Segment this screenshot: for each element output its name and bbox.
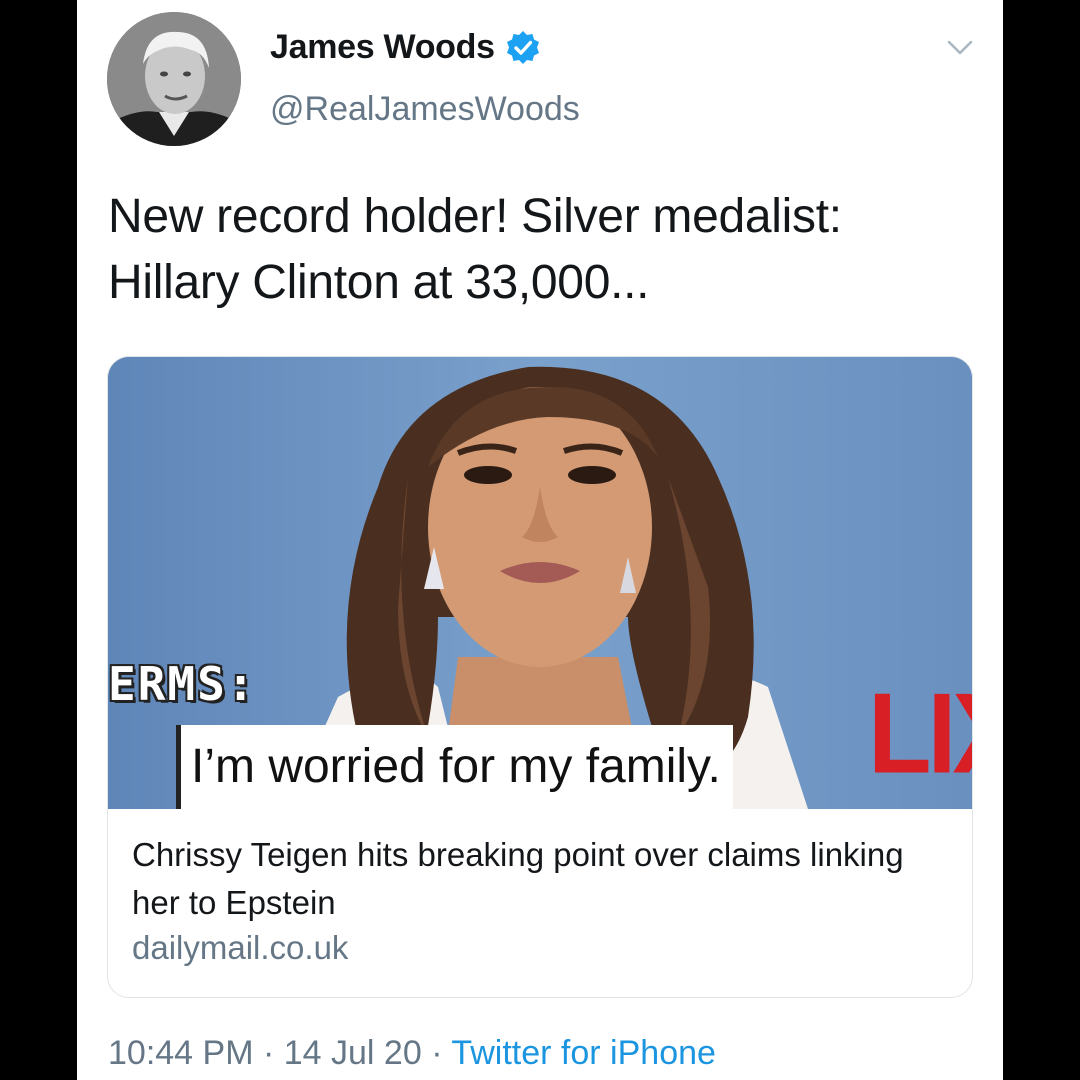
tweet-time[interactable]: 10:44 PM: [108, 1034, 254, 1072]
tweet-date[interactable]: 14 Jul 20: [284, 1034, 422, 1072]
card-image[interactable]: ERMS: LIX I’m worried for my family.: [108, 357, 972, 809]
author-name-row: James Woods: [270, 28, 541, 67]
image-overlay-logo-right: LIX: [868, 670, 972, 798]
verified-badge-icon: [505, 30, 541, 66]
card-title[interactable]: Chrissy Teigen hits breaking point over …: [132, 831, 952, 927]
tweet-container: James Woods @RealJamesWoods New record h…: [77, 0, 1003, 1080]
avatar-photo: [107, 12, 241, 146]
tweet-source-link[interactable]: Twitter for iPhone: [451, 1034, 716, 1072]
link-card[interactable]: ERMS: LIX I’m worried for my family. Chr…: [107, 356, 973, 998]
tweet-text: New record holder! Silver medalist: Hill…: [108, 184, 978, 316]
author-handle[interactable]: @RealJamesWoods: [270, 90, 580, 129]
chevron-down-icon[interactable]: [947, 38, 973, 58]
tweet-meta: 10:44 PM · 14 Jul 20 · Twitter for iPhon…: [108, 1034, 716, 1073]
author-display-name[interactable]: James Woods: [270, 28, 495, 67]
tweet-text-line-1: New record holder! Silver medalist:: [108, 190, 842, 243]
image-overlay-text-left: ERMS:: [108, 657, 257, 711]
card-image-caption: I’m worried for my family.: [176, 725, 733, 809]
avatar[interactable]: [107, 12, 241, 146]
tweet-text-line-2: Hillary Clinton at 33,000...: [108, 256, 650, 309]
card-domain: dailymail.co.uk: [132, 929, 349, 966]
meta-separator: ·: [253, 1034, 284, 1072]
meta-separator: ·: [421, 1034, 452, 1072]
